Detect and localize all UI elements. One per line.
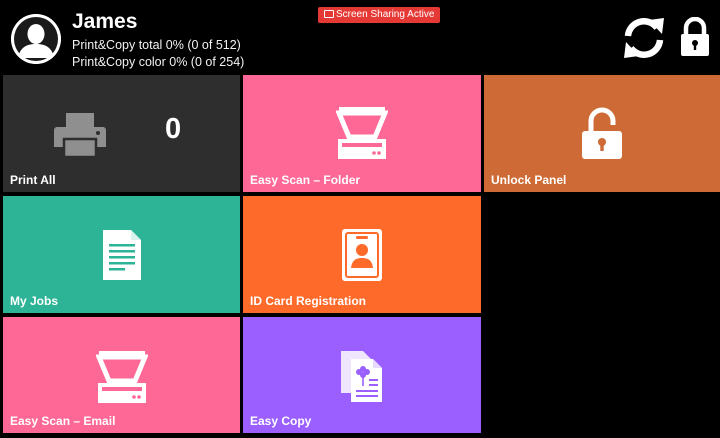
tile-easy-scan-folder[interactable]: Easy Scan – Folder	[243, 75, 481, 192]
user-avatar-icon	[11, 14, 61, 64]
unlock-icon	[581, 107, 623, 166]
lock-button[interactable]	[679, 16, 711, 57]
print-job-count: 0	[165, 113, 182, 145]
tile-label: Easy Scan – Folder	[250, 173, 361, 187]
tile-label: ID Card Registration	[250, 294, 367, 308]
tile-label: Easy Scan – Email	[10, 414, 116, 428]
tile-print-all[interactable]: 0 Print All	[3, 75, 240, 192]
tile-label: My Jobs	[10, 294, 59, 308]
tile-unlock-panel[interactable]: Unlock Panel	[484, 75, 720, 192]
top-bar: James Print&Copy total 0% (0 of 512) Pri…	[0, 0, 720, 75]
scanner-icon	[94, 349, 149, 410]
tile-my-jobs[interactable]: My Jobs	[3, 196, 240, 313]
tile-label: Easy Copy	[250, 414, 312, 428]
tile-easy-scan-email[interactable]: Easy Scan – Email	[3, 317, 240, 433]
lock-icon	[681, 16, 709, 56]
quota-color: Print&Copy color 0% (0 of 254)	[72, 55, 245, 69]
screen-icon	[324, 10, 334, 18]
tile-label: Print All	[10, 173, 56, 187]
copy-icon	[339, 349, 385, 408]
document-icon	[101, 228, 143, 287]
tile-easy-copy[interactable]: Easy Copy	[243, 317, 481, 433]
scanner-icon	[335, 105, 389, 166]
id-card-icon	[341, 228, 383, 287]
user-name: James	[72, 10, 138, 33]
tile-id-card-registration[interactable]: ID Card Registration	[243, 196, 481, 313]
screen-sharing-badge: Screen Sharing Active	[318, 7, 441, 23]
tile-label: Unlock Panel	[491, 173, 567, 187]
printer-icon	[53, 111, 107, 164]
quota-total: Print&Copy total 0% (0 of 512)	[72, 38, 241, 52]
refresh-button[interactable]	[620, 14, 668, 62]
refresh-icon	[624, 18, 664, 58]
screen-sharing-text: Screen Sharing Active	[336, 9, 435, 20]
